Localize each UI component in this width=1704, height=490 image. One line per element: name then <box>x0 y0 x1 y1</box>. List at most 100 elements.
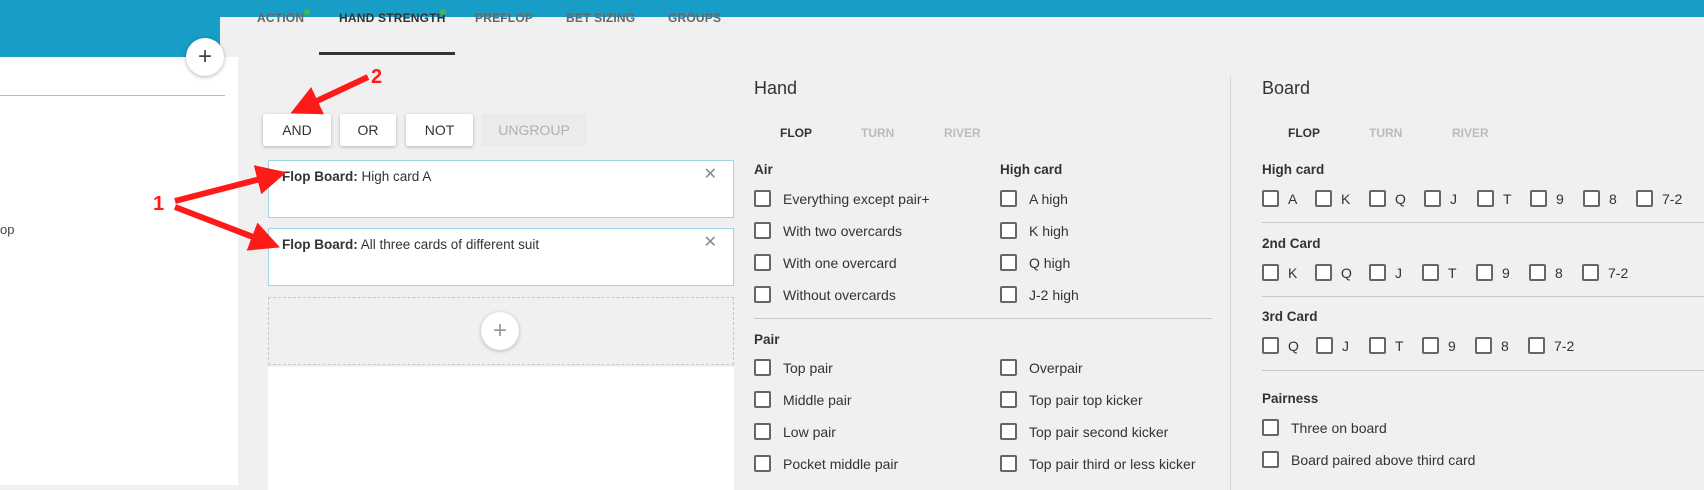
checkbox[interactable] <box>1582 264 1599 281</box>
checkbox[interactable] <box>1315 190 1332 207</box>
board-2nd-card-title: 2nd Card <box>1262 236 1321 251</box>
checkbox-board-3rd-8[interactable]: 8 <box>1475 337 1509 354</box>
checkbox-everything-except-pair[interactable]: Everything except pair+ <box>754 190 930 207</box>
board-street-tab-turn[interactable]: TURN <box>1369 126 1402 140</box>
checkbox[interactable] <box>1422 337 1439 354</box>
checkbox[interactable] <box>1316 337 1333 354</box>
checkbox-board-high-8[interactable]: 8 <box>1583 190 1617 207</box>
checkbox-k-high[interactable]: K high <box>1000 222 1069 239</box>
checkbox[interactable] <box>1000 286 1017 303</box>
section-divider <box>1230 76 1231 490</box>
hand-section-title: Hand <box>754 78 798 98</box>
checkbox[interactable] <box>1262 190 1279 207</box>
arrow-to-and-button <box>290 74 370 115</box>
checkbox[interactable] <box>1636 190 1653 207</box>
checkbox[interactable] <box>1476 264 1493 281</box>
hand-street-tab-flop[interactable]: FLOP <box>780 126 812 140</box>
checkbox[interactable] <box>754 190 771 207</box>
board-street-tab-river[interactable]: RIVER <box>1452 126 1489 140</box>
high-card-group-title: High card <box>1000 162 1063 177</box>
checkbox-board-high-j[interactable]: J <box>1424 190 1457 207</box>
checkbox-board-high-7-2[interactable]: 7-2 <box>1636 190 1682 207</box>
checkbox-board-2nd-8[interactable]: 8 <box>1529 264 1563 281</box>
checkbox[interactable] <box>754 254 771 271</box>
air-group-title: Air <box>754 162 773 177</box>
checkbox-board-2nd-t[interactable]: T <box>1422 264 1457 281</box>
checkbox-overpair[interactable]: Overpair <box>1000 359 1083 376</box>
checkbox[interactable] <box>1262 264 1279 281</box>
checkbox[interactable] <box>1262 451 1279 468</box>
checkbox[interactable] <box>754 423 771 440</box>
checkbox-without-overcards[interactable]: Without overcards <box>754 286 896 303</box>
checkbox-board-3rd-j[interactable]: J <box>1316 337 1349 354</box>
checkbox-board-high-t[interactable]: T <box>1477 190 1512 207</box>
arrow-to-first-condition <box>174 165 287 204</box>
checkbox-top-pair[interactable]: Top pair <box>754 359 833 376</box>
checkbox-board-3rd-7-2[interactable]: 7-2 <box>1528 337 1574 354</box>
board-3rd-card-title: 3rd Card <box>1262 309 1318 324</box>
checkbox[interactable] <box>1424 190 1441 207</box>
checkbox-low-pair[interactable]: Low pair <box>754 423 836 440</box>
checkbox-j-2-high[interactable]: J-2 high <box>1000 286 1079 303</box>
checkbox-three-on-board[interactable]: Three on board <box>1262 419 1387 436</box>
checkbox-board-3rd-t[interactable]: T <box>1369 337 1404 354</box>
checkbox-board-2nd-q[interactable]: Q <box>1315 264 1352 281</box>
checkbox[interactable] <box>1000 391 1017 408</box>
checkbox[interactable] <box>1000 423 1017 440</box>
checkbox[interactable] <box>1530 190 1547 207</box>
checkbox-a-high[interactable]: A high <box>1000 190 1068 207</box>
checkbox[interactable] <box>1369 264 1386 281</box>
checkbox-board-high-q[interactable]: Q <box>1369 190 1406 207</box>
checkbox[interactable] <box>1475 337 1492 354</box>
checkbox[interactable] <box>754 222 771 239</box>
checkbox[interactable] <box>1000 254 1017 271</box>
checkbox[interactable] <box>754 359 771 376</box>
checkbox-board-high-a[interactable]: A <box>1262 190 1297 207</box>
checkbox-board-high-9[interactable]: 9 <box>1530 190 1564 207</box>
checkbox-board-2nd-j[interactable]: J <box>1369 264 1402 281</box>
checkbox-with-two-overcards[interactable]: With two overcards <box>754 222 902 239</box>
hand-street-tab-turn[interactable]: TURN <box>861 126 894 140</box>
checkbox[interactable] <box>754 286 771 303</box>
divider <box>1262 222 1704 223</box>
checkbox-q-high[interactable]: Q high <box>1000 254 1070 271</box>
checkbox-top-pair-second-kicker[interactable]: Top pair second kicker <box>1000 423 1168 440</box>
checkbox[interactable] <box>1477 190 1494 207</box>
checkbox[interactable] <box>1315 264 1332 281</box>
checkbox[interactable] <box>754 455 771 472</box>
checkbox[interactable] <box>1369 190 1386 207</box>
checkbox[interactable] <box>1528 337 1545 354</box>
checkbox-board-2nd-7-2[interactable]: 7-2 <box>1582 264 1628 281</box>
checkbox-board-3rd-9[interactable]: 9 <box>1422 337 1456 354</box>
checkbox[interactable] <box>1583 190 1600 207</box>
checkbox[interactable] <box>1000 222 1017 239</box>
checkbox-board-2nd-k[interactable]: K <box>1262 264 1297 281</box>
checkbox[interactable] <box>1262 337 1279 354</box>
divider <box>754 318 1212 319</box>
checkbox-middle-pair[interactable]: Middle pair <box>754 391 851 408</box>
checkbox[interactable] <box>1422 264 1439 281</box>
annotation-arrows <box>173 74 370 251</box>
pair-group-title: Pair <box>754 332 780 347</box>
checkbox[interactable] <box>1262 419 1279 436</box>
checkbox-board-high-k[interactable]: K <box>1315 190 1350 207</box>
checkbox[interactable] <box>1529 264 1546 281</box>
checkbox[interactable] <box>1000 359 1017 376</box>
divider <box>1262 370 1704 371</box>
checkbox-board-3rd-q[interactable]: Q <box>1262 337 1299 354</box>
checkbox[interactable] <box>1000 455 1017 472</box>
checkbox[interactable] <box>754 391 771 408</box>
checkbox-top-pair-third-or-less-kicker[interactable]: Top pair third or less kicker <box>1000 455 1196 472</box>
hand-street-tab-river[interactable]: RIVER <box>944 126 981 140</box>
annotation-label-2: 2 <box>371 66 383 88</box>
checkbox[interactable] <box>1000 190 1017 207</box>
checkbox-pocket-middle-pair[interactable]: Pocket middle pair <box>754 455 898 472</box>
board-section-title: Board <box>1262 78 1311 98</box>
checkbox-with-one-overcard[interactable]: With one overcard <box>754 254 897 271</box>
checkbox-top-pair-top-kicker[interactable]: Top pair top kicker <box>1000 391 1143 408</box>
checkbox-board-2nd-9[interactable]: 9 <box>1476 264 1510 281</box>
checkbox[interactable] <box>1369 337 1386 354</box>
board-street-tab-flop[interactable]: FLOP <box>1288 126 1320 140</box>
board-pairness-title: Pairness <box>1262 391 1319 406</box>
checkbox-board-paired-above-third-card[interactable]: Board paired above third card <box>1262 451 1475 468</box>
